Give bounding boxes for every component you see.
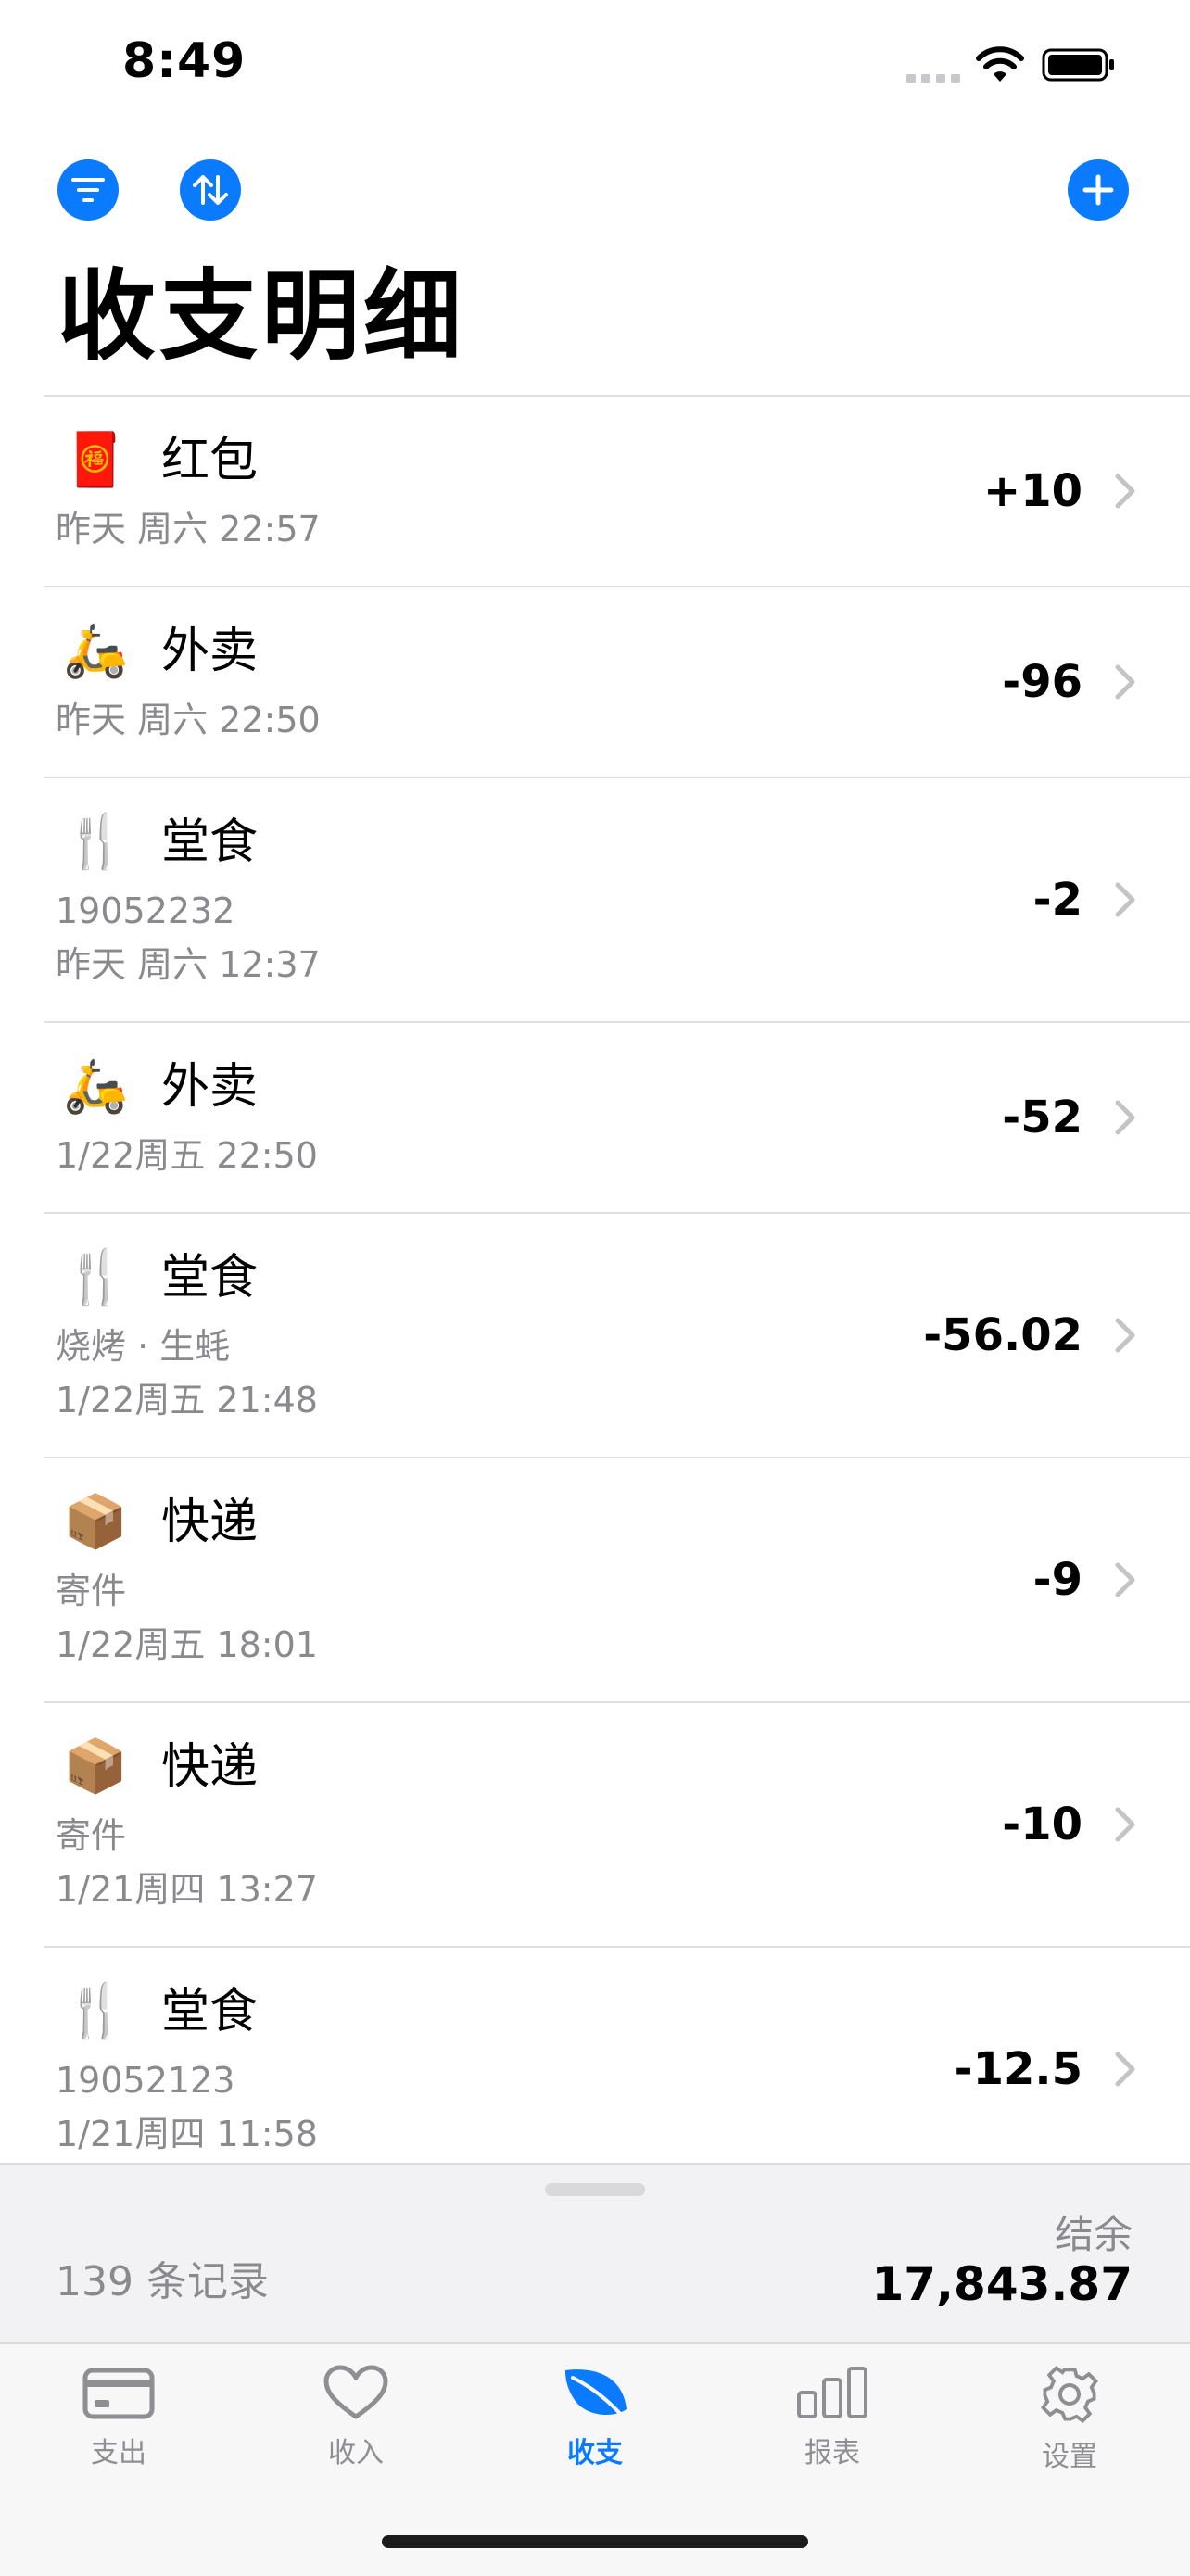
chevron-right-icon (1115, 1807, 1135, 1842)
tab-balance[interactable]: 收支 (521, 2365, 669, 2470)
transaction-row[interactable]: 📦 快递 寄件 1/22周五 18:01 -9 (44, 1458, 1190, 1703)
transaction-list[interactable]: 🧧 红包 昨天 周六 22:57 +10 🛵 外卖 昨天 周六 22:50 -96 🍴 堂食 190… (0, 397, 1190, 2192)
wifi-icon (976, 46, 1024, 82)
status-time: 8:49 (122, 33, 247, 89)
category-emoji-icon: 📦 (63, 1736, 128, 1797)
tab-report[interactable]: 报表 (758, 2365, 906, 2470)
transaction-row[interactable]: 📦 快递 寄件 1/21周四 13:27 -10 (44, 1703, 1190, 1948)
transaction-time: 1/21周四 13:27 (56, 1869, 318, 1910)
transaction-note: 烧烤 · 生蚝 (56, 1326, 231, 1367)
card-icon (82, 2368, 155, 2419)
balance-label: 结余 (1054, 2212, 1133, 2257)
transaction-note: 19052123 (56, 2060, 235, 2101)
transaction-row[interactable]: 🍴 堂食烧烤 · 生蚝 1/22周五 21:48 -56.02 (44, 1214, 1190, 1458)
bar-chart-icon (797, 2367, 867, 2418)
gear-icon (1041, 2366, 1098, 2423)
sort-button[interactable] (180, 159, 241, 221)
tab-expense[interactable]: 支出 (44, 2365, 193, 2470)
sort-icon (193, 175, 228, 205)
tab-label: 报表 (804, 2437, 860, 2469)
transaction-note: 寄件 (56, 1571, 127, 1611)
transaction-time: 昨天 周六 12:37 (56, 944, 321, 985)
transaction-row[interactable]: 🛵 外卖 1/22周五 22:50 -52 (44, 1023, 1190, 1214)
transaction-amount: -56.02 (923, 1309, 1082, 1361)
category-label: 堂食 (161, 1984, 259, 2039)
transaction-row[interactable]: 🧧 红包昨天 周六 22:57 +10 (44, 397, 1190, 587)
category-emoji-icon: 📦 (63, 1492, 128, 1552)
record-count: 139 条记录 (56, 2258, 269, 2305)
transaction-row[interactable]: 🍴 堂食 19052232 昨天 周六 12:37 -2 (44, 778, 1190, 1023)
category-label: 快递 (161, 1739, 259, 1795)
page-title: 收支明细 (57, 259, 465, 373)
chevron-right-icon (1115, 1100, 1135, 1135)
chevron-right-icon (1115, 474, 1135, 509)
category-emoji-icon: 🛵 (63, 621, 128, 681)
transaction-time: 1/22周五 21:48 (56, 1380, 318, 1421)
chevron-right-icon (1115, 664, 1135, 700)
tab-label: 支出 (91, 2437, 146, 2469)
category-label: 外卖 (161, 624, 259, 679)
leaf-icon (565, 2369, 627, 2418)
tab-label: 收入 (328, 2437, 384, 2469)
transaction-amount: -10 (1002, 1799, 1082, 1850)
add-button[interactable] (1068, 159, 1129, 221)
transaction-time: 昨天 周六 22:50 (56, 700, 321, 740)
category-label: 快递 (161, 1495, 259, 1550)
transaction-row[interactable]: 🍴 堂食 19052123 1/21周四 11:58 -12.5 (44, 1948, 1190, 2192)
tab-income[interactable]: 收入 (282, 2365, 430, 2470)
plus-icon (1082, 174, 1114, 206)
transaction-time: 1/21周四 11:58 (56, 2114, 318, 2154)
transaction-amount: -96 (1002, 656, 1082, 708)
category-label: 堂食 (161, 1250, 259, 1306)
summary-panel[interactable]: 139 条记录 结余 17,843.87 (0, 2163, 1190, 2344)
filter-icon (71, 178, 105, 202)
drag-handle[interactable] (545, 2183, 645, 2196)
transaction-time: 1/22周五 22:50 (56, 1135, 318, 1176)
category-emoji-icon: 🍴 (63, 812, 128, 872)
transaction-time: 昨天 周六 22:57 (56, 509, 321, 549)
chevron-right-icon (1115, 882, 1135, 917)
battery-icon (1042, 48, 1114, 82)
category-emoji-icon: 🛵 (63, 1056, 128, 1117)
tab-label: 设置 (1042, 2441, 1097, 2473)
transaction-amount: +10 (982, 465, 1082, 517)
chevron-right-icon (1115, 1318, 1135, 1353)
transaction-row[interactable]: 🛵 外卖昨天 周六 22:50 -96 (44, 587, 1190, 778)
balance-value: 17,843.87 (871, 2257, 1133, 2311)
category-label: 堂食 (161, 814, 259, 870)
tab-settings[interactable]: 设置 (995, 2365, 1144, 2474)
transaction-amount: -2 (1032, 874, 1082, 926)
category-label: 红包 (161, 433, 259, 488)
cellular-signal-icon (906, 74, 960, 83)
transaction-amount: -12.5 (954, 2043, 1082, 2095)
tab-label: 收支 (567, 2437, 623, 2469)
filter-button[interactable] (57, 159, 119, 221)
chevron-right-icon (1115, 2052, 1135, 2087)
transaction-time: 1/22周五 18:01 (56, 1624, 318, 1665)
chevron-right-icon (1115, 1562, 1135, 1597)
transaction-amount: -52 (1002, 1092, 1082, 1143)
category-label: 外卖 (161, 1059, 259, 1115)
category-emoji-icon: 🍴 (63, 1981, 128, 2041)
heart-icon (323, 2365, 388, 2419)
transaction-note: 寄件 (56, 1815, 127, 1856)
transaction-amount: -9 (1032, 1554, 1082, 1606)
category-emoji-icon: 🍴 (63, 1247, 128, 1307)
category-emoji-icon: 🧧 (63, 430, 128, 490)
home-indicator (382, 2535, 808, 2548)
transaction-note: 19052232 (56, 890, 235, 931)
